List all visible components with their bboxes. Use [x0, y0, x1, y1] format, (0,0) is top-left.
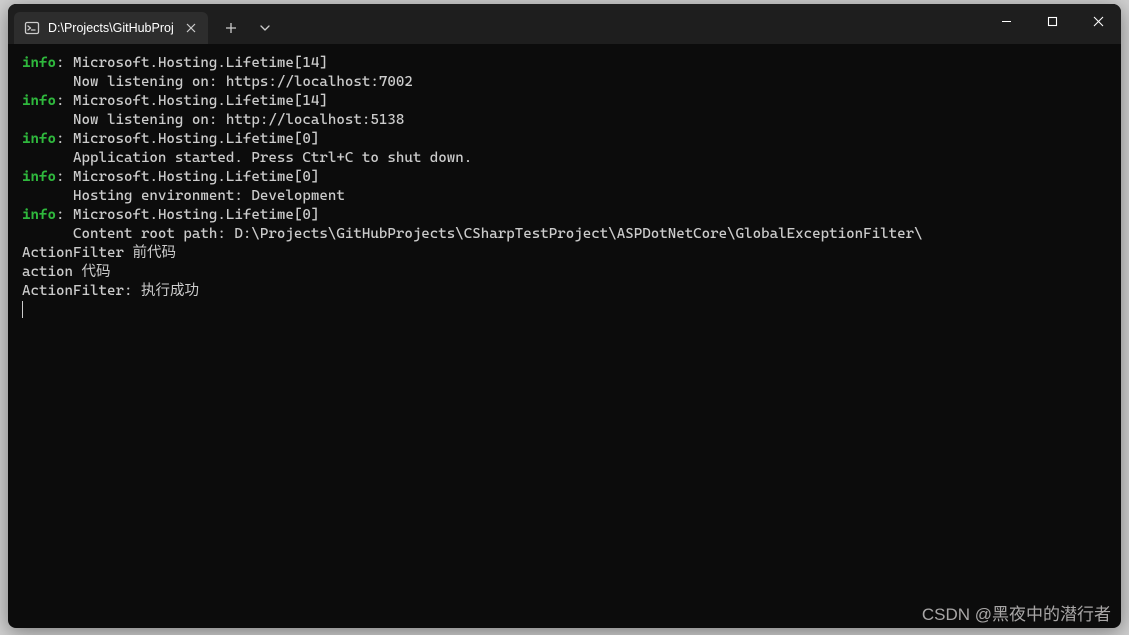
- tab-dropdown-button[interactable]: [248, 12, 282, 44]
- new-tab-button[interactable]: [214, 12, 248, 44]
- cursor: [22, 301, 23, 318]
- tab-title: D:\Projects\GitHubProj: [48, 21, 174, 35]
- log-line: info: Microsoft.Hosting.Lifetime[0]: [22, 206, 1107, 225]
- watermark-text: CSDN @黑夜中的潜行者: [922, 600, 1111, 625]
- tab-strip: D:\Projects\GitHubProj: [8, 4, 983, 44]
- log-level: info: [22, 93, 56, 109]
- maximize-button[interactable]: [1029, 4, 1075, 38]
- close-tab-button[interactable]: [182, 19, 200, 37]
- output-line: ActionFilter: 执行成功: [22, 282, 1107, 301]
- log-detail: Now listening on: http://localhost:5138: [22, 111, 1107, 130]
- log-line: info: Microsoft.Hosting.Lifetime[14]: [22, 54, 1107, 73]
- terminal-output[interactable]: info: Microsoft.Hosting.Lifetime[14]Now …: [8, 44, 1121, 628]
- log-level: info: [22, 169, 56, 185]
- log-source: : Microsoft.Hosting.Lifetime[0]: [56, 169, 319, 185]
- log-level: info: [22, 131, 56, 147]
- output-line: ActionFilter 前代码: [22, 244, 1107, 263]
- log-detail: Application started. Press Ctrl+C to shu…: [22, 149, 1107, 168]
- minimize-button[interactable]: [983, 4, 1029, 38]
- log-detail: Now listening on: https://localhost:7002: [22, 73, 1107, 92]
- terminal-window: D:\Projects\GitHubProj info:: [8, 4, 1121, 628]
- tab-active[interactable]: D:\Projects\GitHubProj: [14, 12, 208, 44]
- output-line: action 代码: [22, 263, 1107, 282]
- log-source: : Microsoft.Hosting.Lifetime[14]: [56, 55, 328, 71]
- close-window-button[interactable]: [1075, 4, 1121, 38]
- log-source: : Microsoft.Hosting.Lifetime[14]: [56, 93, 328, 109]
- log-detail: Hosting environment: Development: [22, 187, 1107, 206]
- log-line: info: Microsoft.Hosting.Lifetime[0]: [22, 130, 1107, 149]
- log-source: : Microsoft.Hosting.Lifetime[0]: [56, 131, 319, 147]
- cursor-line: [22, 301, 1107, 320]
- title-bar: D:\Projects\GitHubProj: [8, 4, 1121, 44]
- log-line: info: Microsoft.Hosting.Lifetime[14]: [22, 92, 1107, 111]
- log-detail: Content root path: D:\Projects\GitHubPro…: [22, 225, 1107, 244]
- window-controls: [983, 4, 1121, 38]
- log-level: info: [22, 55, 56, 71]
- terminal-icon: [24, 20, 40, 36]
- log-level: info: [22, 207, 56, 223]
- log-line: info: Microsoft.Hosting.Lifetime[0]: [22, 168, 1107, 187]
- log-source: : Microsoft.Hosting.Lifetime[0]: [56, 207, 319, 223]
